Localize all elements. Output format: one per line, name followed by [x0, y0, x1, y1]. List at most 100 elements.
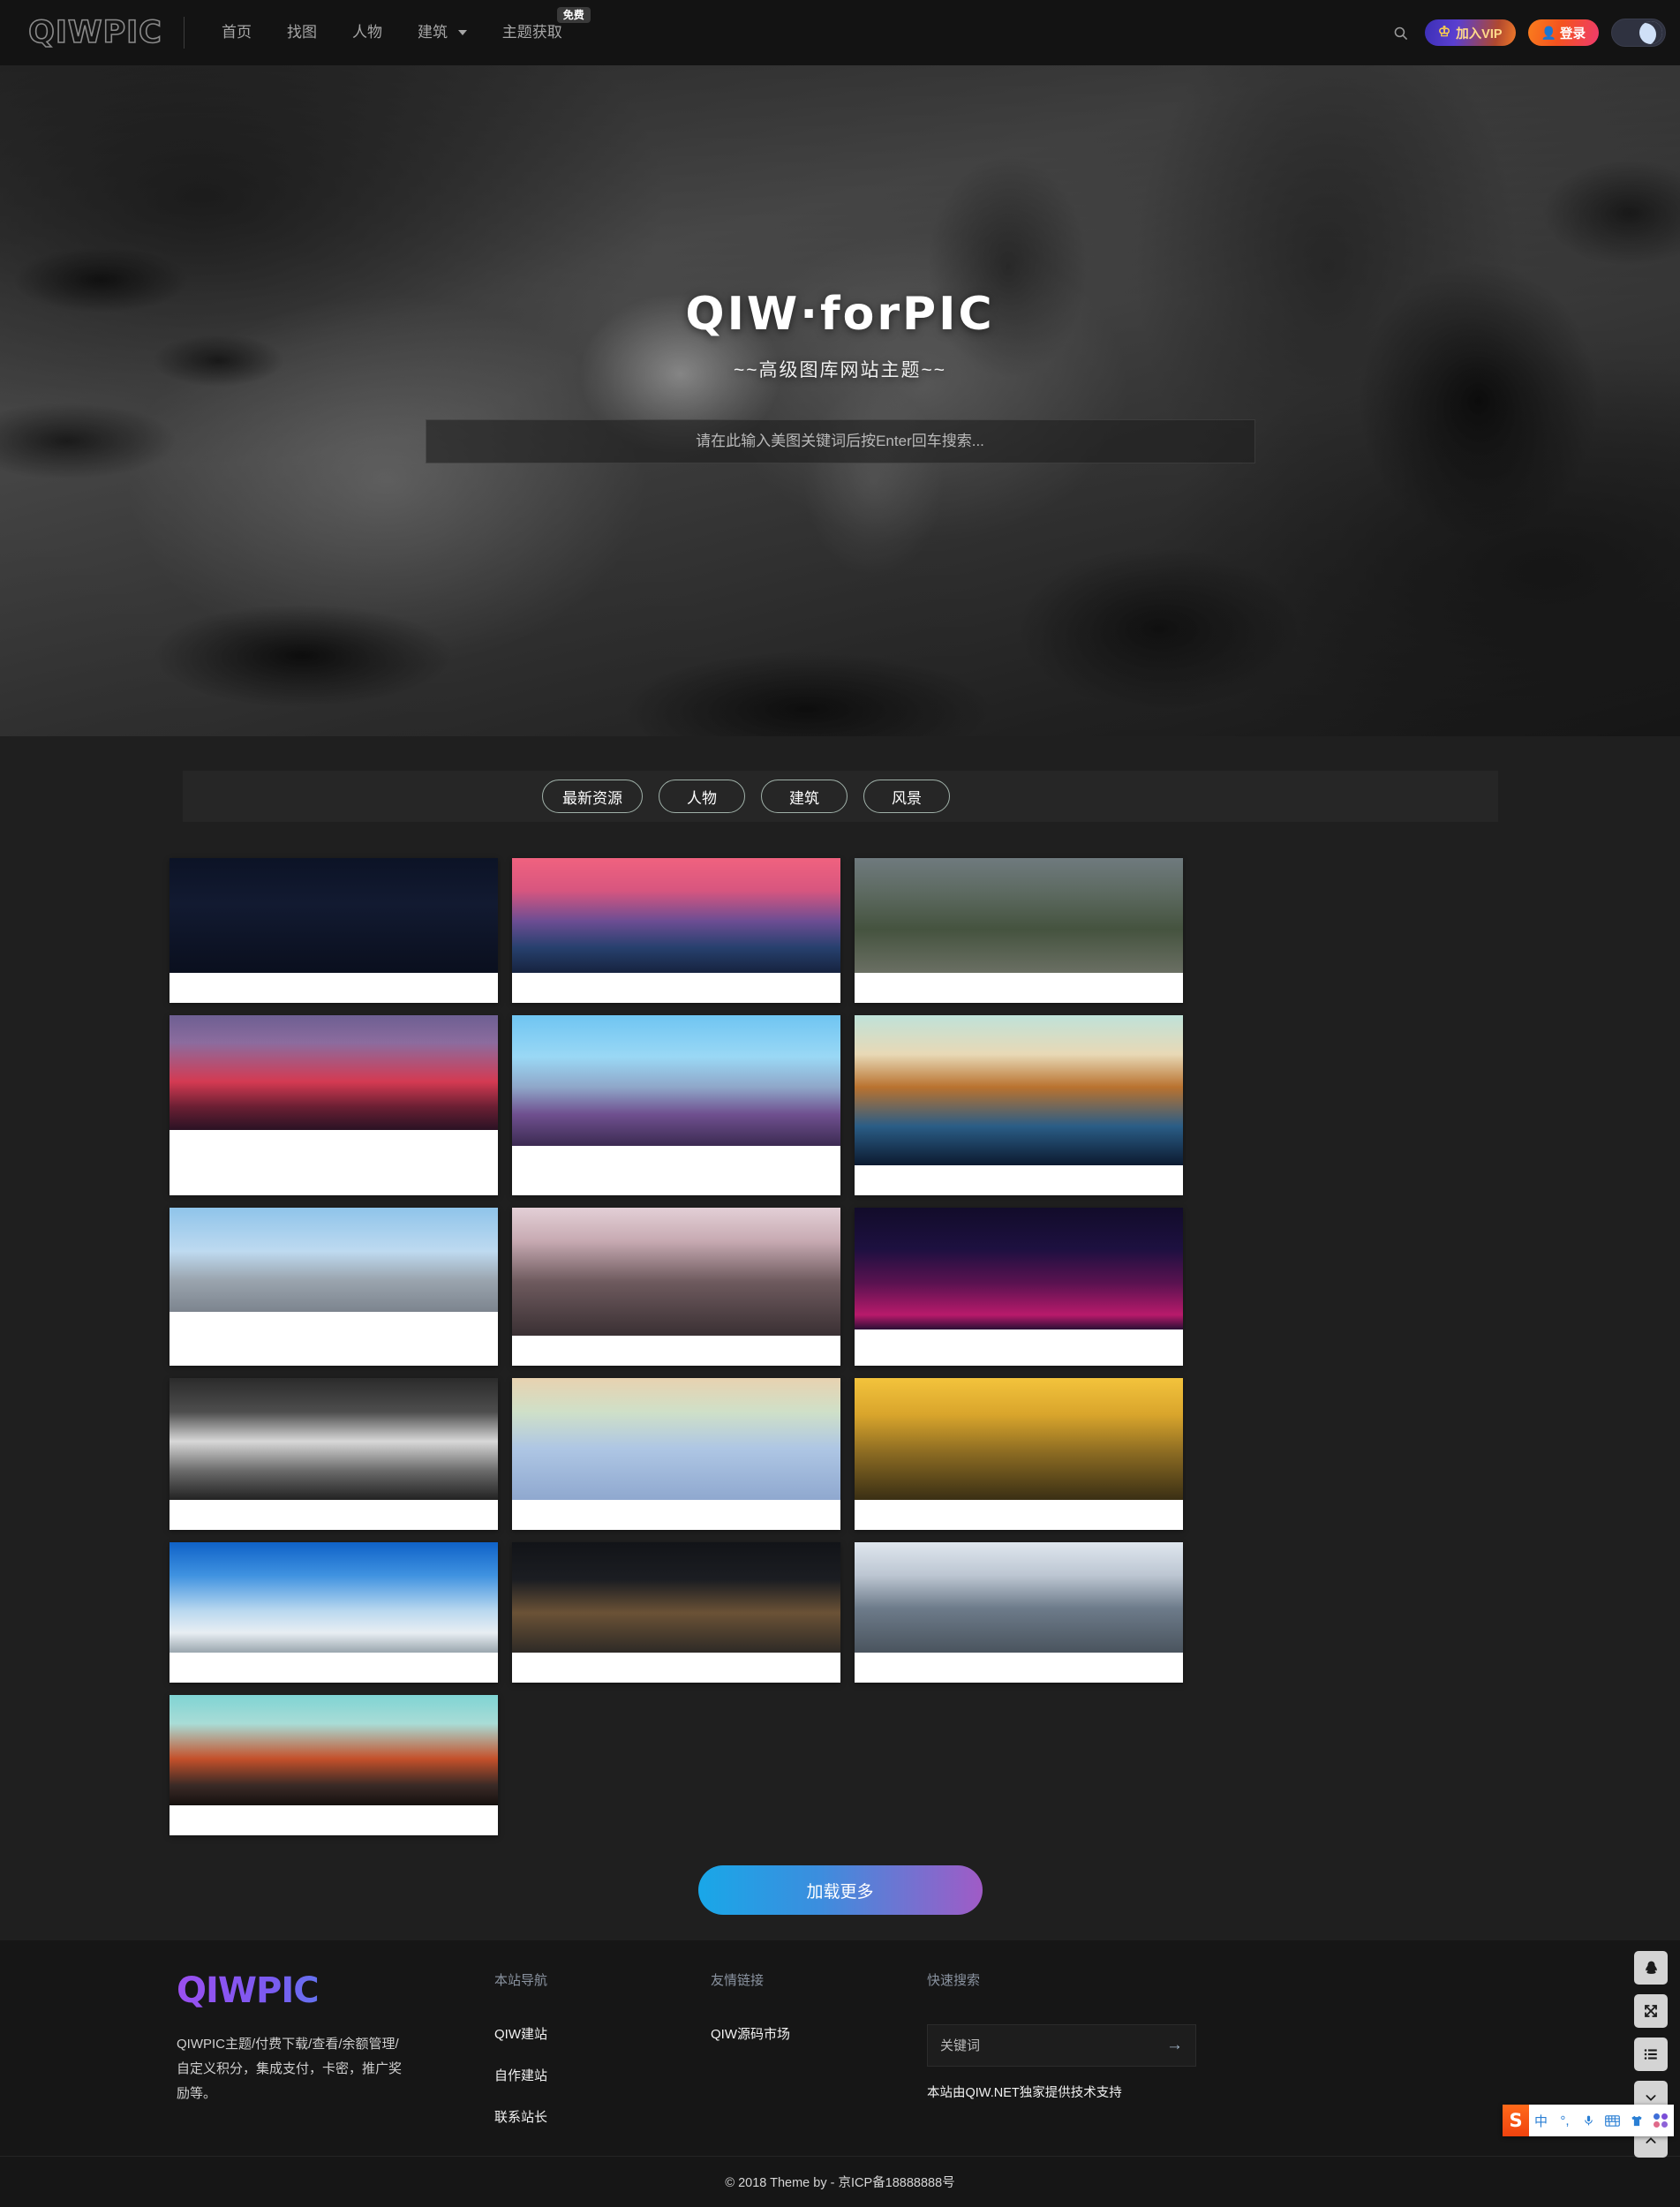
gallery-card[interactable]	[170, 858, 498, 1003]
punctuation-icon[interactable]: °,	[1553, 2105, 1577, 2136]
header-actions: ♔ 加入VIP 👤 登录	[1390, 19, 1680, 47]
nav-item-label: 人物	[352, 24, 382, 41]
gallery-card-image	[170, 858, 498, 973]
gallery-card[interactable]	[512, 858, 840, 1003]
gallery-card[interactable]	[855, 858, 1183, 1003]
search-icon[interactable]	[1390, 21, 1413, 44]
gallery-card[interactable]	[512, 1015, 840, 1195]
gallery-card-caption	[512, 1500, 840, 1530]
gallery-card-caption	[170, 1653, 498, 1683]
sogou-ime-toolbar: S 中 °,	[1503, 2105, 1674, 2136]
tab-label: 人物	[687, 789, 717, 807]
free-badge: 免费	[556, 7, 591, 23]
load-more-row: 加载更多	[0, 1865, 1680, 1915]
footer-logo-text: QIWPIC	[177, 1970, 494, 2011]
hero-title: QIW·forPIC	[685, 288, 995, 341]
user-icon: 👤	[1541, 25, 1556, 40]
gallery-card[interactable]	[512, 1542, 840, 1683]
tab-label: 风景	[892, 789, 922, 807]
hero-banner: QIW·forPIC ~~高级图库网站主题~~	[0, 65, 1680, 736]
keyboard-icon[interactable]	[1601, 2105, 1624, 2136]
nav-item-label: 建筑	[418, 24, 448, 41]
nav-item-home[interactable]: 首页	[204, 0, 269, 65]
gallery-card-caption	[855, 973, 1183, 1003]
gallery-card-caption	[855, 1329, 1183, 1360]
footer-column-friendlinks: 友情链接 QIW源码市场	[711, 1970, 927, 2149]
footer-tech-support: 本站由QIW.NET独家提供技术支持	[927, 2086, 1122, 2100]
nav-item-architecture[interactable]: 建筑	[400, 0, 485, 65]
nav-item-label: 首页	[222, 24, 252, 41]
site-logo-text: QIWPIC	[27, 14, 162, 51]
fullscreen-expand-icon[interactable]	[1634, 1994, 1668, 2028]
gallery-card-caption	[855, 1500, 1183, 1530]
footer-search-input[interactable]	[940, 2038, 1166, 2053]
gallery-card[interactable]	[855, 1542, 1183, 1683]
nav-item-people[interactable]: 人物	[335, 0, 400, 65]
image-gallery-grid	[170, 858, 1518, 1835]
gallery-card[interactable]	[855, 1015, 1183, 1195]
category-tabbar: 最新资源 人物 建筑 风景	[183, 771, 1498, 822]
gallery-card-caption	[170, 973, 498, 1003]
tab-architecture[interactable]: 建筑	[761, 780, 848, 813]
gallery-card-caption	[170, 1500, 498, 1530]
gallery-card-image	[170, 1695, 498, 1805]
gallery-card[interactable]	[855, 1378, 1183, 1530]
load-more-button[interactable]: 加载更多	[697, 1865, 983, 1915]
gallery-card[interactable]	[512, 1208, 840, 1366]
microphone-icon[interactable]	[1577, 2105, 1601, 2136]
gallery-card-image	[512, 1378, 840, 1500]
apps-grid-icon[interactable]	[1648, 2105, 1672, 2136]
gallery-card[interactable]	[170, 1208, 498, 1366]
nav-item-label: 主题获取	[501, 24, 562, 41]
join-vip-button[interactable]: ♔ 加入VIP	[1424, 19, 1516, 46]
hero-subtitle: ~~高级图库网站主题~~	[733, 360, 947, 380]
gallery-card[interactable]	[170, 1378, 498, 1530]
gallery-card-image	[512, 1208, 840, 1336]
gallery-card-image	[170, 1542, 498, 1653]
tab-latest[interactable]: 最新资源	[542, 780, 643, 813]
copyright-text: © 2018 Theme by - 京ICP备18888888号	[725, 2176, 955, 2190]
dark-mode-toggle[interactable]	[1611, 19, 1666, 47]
list-menu-icon[interactable]	[1634, 2038, 1668, 2071]
nav-item-label: 找图	[287, 24, 317, 41]
gallery-card[interactable]	[855, 1208, 1183, 1366]
gallery-card-caption	[855, 1653, 1183, 1683]
footer-link-qiw-build[interactable]: QIW建站	[494, 2024, 711, 2043]
footer-link-self-build[interactable]: 自作建站	[494, 2066, 711, 2084]
skin-shirt-icon[interactable]	[1624, 2105, 1648, 2136]
gallery-card-caption	[512, 973, 840, 1003]
gallery-card-image	[170, 1208, 498, 1312]
sogou-logo-icon[interactable]: S	[1503, 2105, 1529, 2136]
gallery-card-image	[170, 1015, 498, 1130]
site-footer: QIWPIC QIWPIC主题/付费下载/查看/余额管理/自定义积分，集成支付，…	[0, 1940, 1680, 2207]
hero-search-box[interactable]	[425, 419, 1255, 463]
nav-item-get-theme[interactable]: 主题获取 免费	[485, 0, 591, 65]
gallery-card-image	[512, 1542, 840, 1653]
header-divider	[184, 17, 185, 49]
gallery-card[interactable]	[170, 1695, 498, 1835]
chevron-down-icon	[457, 29, 467, 35]
gallery-card-caption	[512, 1146, 840, 1176]
qq-penguin-icon[interactable]	[1634, 1951, 1668, 1985]
join-vip-label: 加入VIP	[1456, 26, 1503, 41]
footer-link-qiw-source-market[interactable]: QIW源码市场	[711, 2024, 927, 2043]
footer-link-contact-admin[interactable]: 联系站长	[494, 2107, 711, 2126]
tab-landscape[interactable]: 风景	[863, 780, 950, 813]
nav-item-find-images[interactable]: 找图	[269, 0, 335, 65]
hero-search-input[interactable]	[426, 420, 1254, 463]
gallery-card-image	[855, 1208, 1183, 1329]
arrow-right-icon[interactable]: →	[1166, 2036, 1183, 2055]
footer-description: QIWPIC主题/付费下载/查看/余额管理/自定义积分，集成支付，卡密，推广奖励…	[177, 2037, 403, 2101]
gallery-card[interactable]	[170, 1542, 498, 1683]
footer-search-box[interactable]: →	[927, 2024, 1196, 2067]
tab-people[interactable]: 人物	[659, 780, 745, 813]
gallery-card[interactable]	[170, 1015, 498, 1195]
footer-column-nav: 本站导航 QIW建站 自作建站 联系站长	[494, 1970, 711, 2149]
site-logo[interactable]: QIWPIC	[7, 14, 184, 51]
login-button[interactable]: 👤 登录	[1527, 19, 1599, 46]
gallery-card-caption	[170, 1312, 498, 1342]
chinese-mode-icon[interactable]: 中	[1529, 2105, 1553, 2136]
gallery-card-image	[170, 1378, 498, 1500]
gallery-card[interactable]	[512, 1378, 840, 1530]
gallery-card-caption	[170, 1130, 498, 1160]
